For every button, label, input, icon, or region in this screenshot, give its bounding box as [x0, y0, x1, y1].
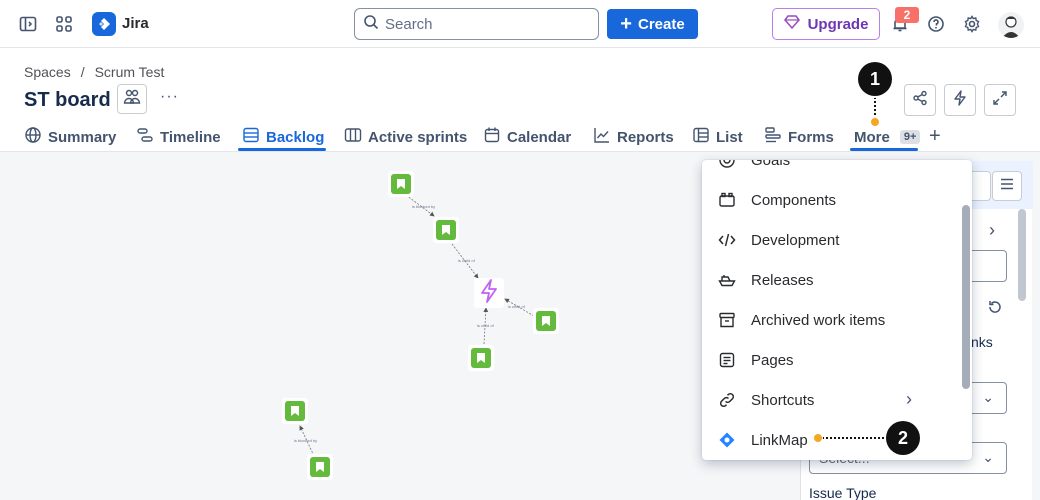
- callout-1-marker: 1: [858, 62, 892, 96]
- callout-1-dot: [870, 117, 880, 127]
- callout-2-marker: 2: [886, 421, 920, 455]
- callout-2-dot: [813, 433, 823, 443]
